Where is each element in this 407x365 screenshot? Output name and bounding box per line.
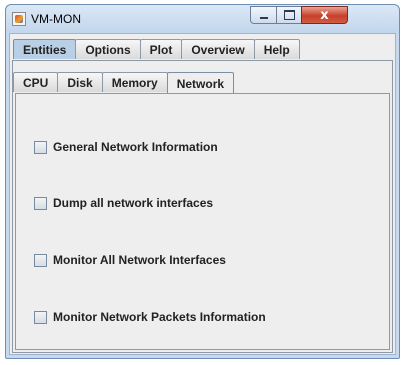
tab-entities[interactable]: Entities (13, 39, 77, 59)
app-window: VM-MON x Entities Options Plot Overview … (5, 4, 400, 359)
checkbox[interactable] (34, 140, 47, 154)
maximize-button[interactable] (276, 6, 302, 24)
minimize-button[interactable] (250, 6, 277, 24)
checkbox[interactable] (34, 310, 47, 324)
tab-cpu[interactable]: CPU (13, 72, 59, 92)
network-panel: General Network Information Dump all net… (15, 93, 390, 350)
tab-options[interactable]: Options (75, 39, 141, 59)
option-general-network-info[interactable]: General Network Information (34, 140, 218, 154)
tab-network[interactable]: Network (166, 72, 235, 94)
maximize-icon (283, 10, 295, 20)
title-bar[interactable]: VM-MON x (6, 5, 399, 33)
tab-overview[interactable]: Overview (181, 39, 255, 59)
java-app-icon (12, 12, 26, 26)
minimize-icon (259, 17, 268, 19)
option-label: Dump all network interfaces (53, 196, 214, 210)
tab-memory[interactable]: Memory (101, 72, 168, 92)
outer-tab-bar: Entities Options Plot Overview Help (13, 39, 300, 60)
option-label: General Network Information (53, 140, 218, 154)
content-area: Entities Options Plot Overview Help CPU … (9, 33, 396, 355)
checkbox[interactable] (34, 253, 47, 267)
option-monitor-all-interfaces[interactable]: Monitor All Network Interfaces (34, 253, 226, 267)
option-label: Monitor All Network Interfaces (53, 253, 226, 267)
option-monitor-packets-info[interactable]: Monitor Network Packets Information (34, 310, 266, 324)
tab-disk[interactable]: Disk (57, 72, 103, 92)
window-title: VM-MON (31, 12, 81, 26)
option-dump-network-interfaces[interactable]: Dump all network interfaces (34, 196, 213, 210)
inner-tab-bar: CPU Disk Memory Network (13, 72, 235, 94)
tab-help[interactable]: Help (253, 39, 300, 59)
close-button[interactable]: x (301, 6, 348, 24)
option-label: Monitor Network Packets Information (53, 310, 266, 324)
tab-plot[interactable]: Plot (139, 39, 183, 59)
checkbox[interactable] (34, 196, 47, 210)
close-icon: x (320, 7, 329, 23)
